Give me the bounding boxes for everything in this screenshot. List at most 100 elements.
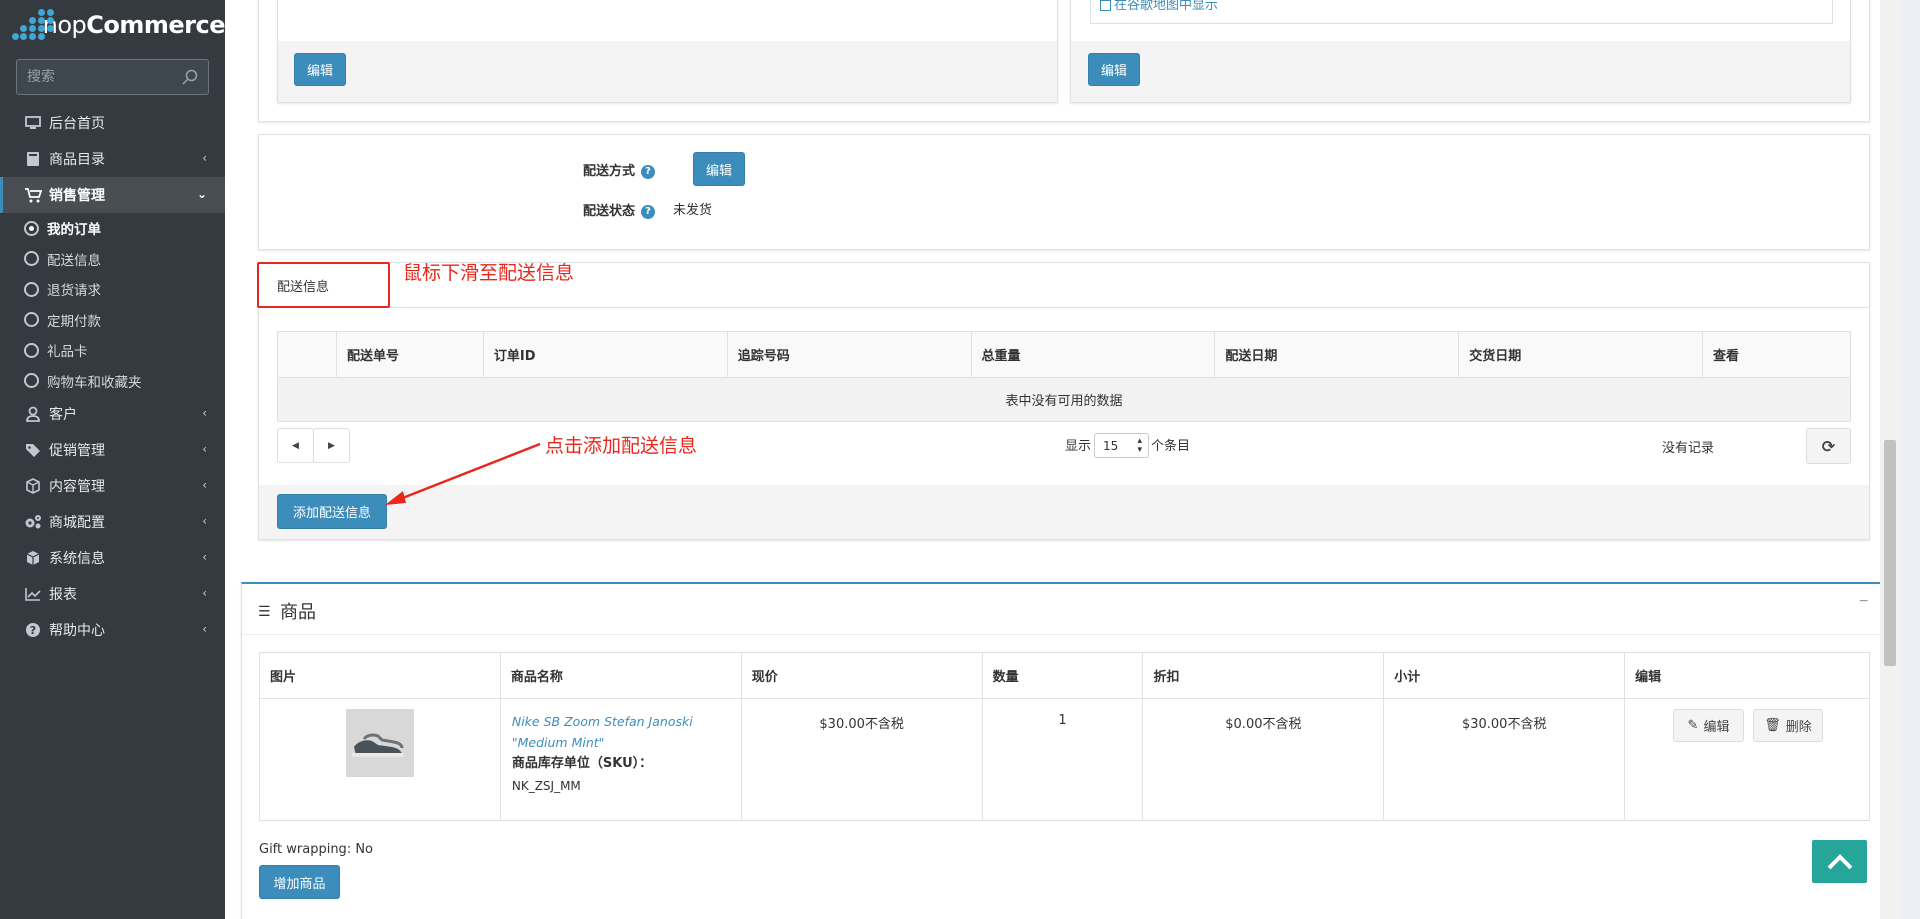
shipping-status-value: 未发货	[673, 203, 713, 218]
gears-icon	[24, 513, 42, 531]
column-header[interactable]: 配送日期	[1214, 331, 1460, 378]
brand-name: nopCommerce	[42, 11, 226, 39]
sidebar-item-promotions[interactable]: 促销管理 ‹	[0, 432, 225, 468]
help-icon[interactable]: ?	[641, 164, 656, 179]
sidebar-item-catalog[interactable]: 商品目录 ‹	[0, 141, 225, 177]
add-product-button[interactable]: 增加商品	[259, 865, 340, 899]
shoe-image	[351, 733, 404, 757]
no-records-label: 没有记录	[1662, 441, 1715, 456]
circle-icon	[24, 312, 39, 328]
shipments-tab-label: 配送信息	[277, 280, 330, 295]
table-row: Nike SB Zoom Stefan Janoski "Medium Mint…	[259, 698, 1870, 821]
sidebar-subitem-orders[interactable]: 我的订单	[0, 213, 225, 244]
shipping-address-edit-button[interactable]: 编辑	[1088, 53, 1140, 86]
column-header: 折扣	[1142, 652, 1385, 699]
sidebar-item-help[interactable]: ? 帮助中心 ‹	[0, 612, 225, 648]
sidebar-item-label: 后台首页	[49, 116, 105, 132]
column-header: 小计	[1383, 652, 1626, 699]
column-header-checkbox	[277, 331, 337, 378]
sidebar-item-content[interactable]: 内容管理 ‹	[0, 468, 225, 504]
billing-address-footer	[278, 41, 1057, 102]
chevron-left-icon: ‹	[202, 406, 207, 420]
sidebar-subitem-returns[interactable]: 退货请求	[0, 274, 225, 305]
sidebar-item-sales[interactable]: 销售管理 ⌄	[0, 177, 225, 213]
table-header-row: 图片 商品名称 现价 数量 折扣 小计 编辑	[259, 652, 1870, 699]
quantity-cell: 1	[981, 698, 1144, 821]
sidebar-subitem-carts[interactable]: 购物车和收藏夹	[0, 366, 225, 397]
collapse-icon[interactable]: −	[1859, 593, 1868, 611]
sidebar-item-label: 系统信息	[49, 551, 105, 567]
shipping-method-edit-button[interactable]: 编辑	[693, 152, 745, 186]
map-link[interactable]: 在谷歌地图中显示	[1100, 0, 1218, 13]
caret-left-icon: ◀	[292, 440, 299, 451]
sidebar-item-label: 促销管理	[49, 443, 105, 459]
search-icon[interactable]	[182, 69, 198, 85]
chevron-left-icon: ‹	[202, 478, 207, 492]
column-header: 图片	[259, 652, 501, 699]
chevron-left-icon: ‹	[202, 442, 207, 456]
table-row: 表中没有可用的数据	[277, 377, 1851, 422]
sidebar-subitem-giftcards[interactable]: 礼品卡	[0, 335, 225, 366]
brand-logo[interactable]: nopCommerce	[0, 0, 225, 50]
chevron-left-icon: ‹	[202, 514, 207, 528]
sidebar-item-label: 报表	[49, 587, 77, 603]
product-delete-button[interactable]: 🗑 删除	[1753, 709, 1823, 742]
product-name-link[interactable]: Nike SB Zoom Stefan Janoski "Medium Mint…	[512, 711, 730, 753]
cube-icon	[24, 477, 42, 495]
chevron-left-icon: ‹	[202, 586, 207, 600]
shipments-header-divider	[259, 307, 1869, 308]
column-header[interactable]: 交货日期	[1458, 331, 1704, 378]
column-header[interactable]: 追踪号码	[726, 331, 972, 378]
sidebar-item-label: 内容管理	[49, 479, 105, 495]
caret-right-icon: ▶	[328, 440, 335, 451]
sidebar-item-customers[interactable]: 客户 ‹	[0, 396, 225, 432]
sku-label: 商品库存单位（SKU）：	[511, 756, 653, 771]
column-header[interactable]: 配送单号	[335, 331, 484, 378]
chevron-left-icon: ‹	[202, 151, 207, 165]
sidebar-nav: 后台首页 商品目录 ‹ 销售管理 ⌄ 我的订单 配送信息 退货请求 定期付款 礼…	[0, 105, 225, 648]
column-header[interactable]: 订单ID	[482, 331, 728, 378]
sidebar-subitem-shipments[interactable]: 配送信息	[0, 244, 225, 275]
sidebar-item-label: 帮助中心	[49, 623, 105, 639]
sidebar-subitem-recurring[interactable]: 定期付款	[0, 305, 225, 336]
sidebar-item-reports[interactable]: 报表 ‹	[0, 576, 225, 612]
refresh-button[interactable]: ⟳	[1806, 428, 1851, 464]
sidebar-item-label: 销售管理	[49, 188, 105, 204]
column-header[interactable]: 总重量	[970, 331, 1216, 378]
sidebar-item-system[interactable]: 系统信息 ‹	[0, 540, 225, 576]
page-scrollbar[interactable]	[1880, 0, 1900, 919]
products-table: 图片 商品名称 现价 数量 折扣 小计 编辑 Nike SB Zoom Stef…	[259, 652, 1870, 821]
shipments-table: 配送单号 订单ID 追踪号码 总重量 配送日期 交货日期 查看 表中没有可用的数…	[277, 331, 1851, 422]
trash-icon: 🗑	[1764, 718, 1781, 733]
sidebar-item-configuration[interactable]: 商城配置 ‹	[0, 504, 225, 540]
annotation-scroll: 鼠标下滑至配送信息	[403, 262, 575, 284]
help-icon[interactable]: ?	[641, 204, 656, 219]
product-edit-button[interactable]: ✎ 编辑	[1673, 709, 1744, 742]
chevron-up-icon	[1827, 853, 1852, 869]
back-to-top-button[interactable]	[1812, 840, 1867, 883]
shipping-address-footer	[1071, 41, 1850, 102]
billing-edit-button[interactable]: 编辑	[294, 53, 346, 86]
svg-text:?: ?	[30, 624, 36, 637]
add-shipment-button[interactable]: 添加配送信息	[277, 494, 387, 529]
table-header-row: 配送单号 订单ID 追踪号码 总重量 配送日期 交货日期 查看	[277, 331, 1851, 378]
annotation-arrow	[385, 442, 541, 505]
pagination-next-button[interactable]: ▶	[313, 428, 350, 463]
pagination-prev-button[interactable]: ◀	[277, 428, 314, 463]
column-header[interactable]: 查看	[1702, 331, 1851, 378]
scrollbar-thumb[interactable]	[1884, 440, 1896, 666]
logo-icon	[12, 7, 54, 43]
subtotal-cell: $30.00不含税	[1383, 698, 1626, 821]
sidebar-item-dashboard[interactable]: 后台首页	[0, 105, 225, 141]
search-input[interactable]	[27, 69, 177, 85]
product-image[interactable]	[345, 709, 414, 777]
empty-table-message: 表中没有可用的数据	[277, 377, 1851, 422]
sidebar-subitem-label: 礼品卡	[47, 344, 88, 361]
actions-cell	[1624, 698, 1870, 821]
page-size-select[interactable]: 15 ▴ ▾	[1094, 433, 1149, 458]
discount-cell: $0.00不含税	[1142, 698, 1385, 821]
list-icon: ☰	[258, 604, 271, 620]
product-image-cell	[259, 698, 501, 821]
sidebar-subitem-label: 退货请求	[47, 283, 101, 300]
chevron-left-icon: ‹	[202, 622, 207, 636]
